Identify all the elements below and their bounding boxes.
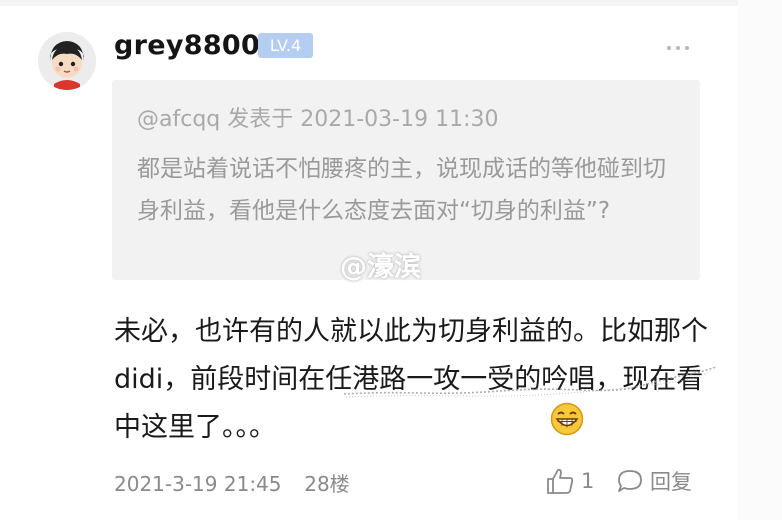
watermark: @濠滨 bbox=[340, 252, 421, 283]
top-divider bbox=[0, 0, 782, 6]
cartoon-girl-avatar-icon bbox=[38, 32, 96, 90]
thumbs-up-icon bbox=[547, 468, 574, 494]
user-avatar[interactable] bbox=[38, 32, 96, 90]
quote-meta: @afcqq 发表于 2021-03-19 11:30 bbox=[137, 107, 499, 132]
scribble-mark bbox=[343, 366, 717, 398]
timestamp: 2021-3-19 21:45 bbox=[114, 472, 282, 496]
quote-text: 都是站着说话不怕腰疼的主，说现成话的等他碰到切身利益，看他是什么态度去面对“切身… bbox=[137, 156, 666, 224]
grinning-emoji-icon bbox=[550, 402, 584, 436]
reply-label: 回复 bbox=[650, 470, 692, 494]
comment-meta: 2021-3-19 21:45 28楼 bbox=[114, 468, 350, 497]
like-button[interactable]: 1 bbox=[545, 466, 594, 496]
comment-bubble-icon bbox=[618, 470, 642, 492]
reply-button[interactable]: 回复 bbox=[616, 466, 692, 496]
username[interactable]: grey8800 bbox=[114, 30, 260, 61]
more-dots-icon[interactable] bbox=[665, 39, 691, 51]
level-badge: LV.4 bbox=[258, 33, 313, 58]
like-count: 1 bbox=[581, 469, 595, 493]
right-gutter bbox=[738, 0, 782, 520]
floor-number: 28楼 bbox=[304, 472, 350, 496]
